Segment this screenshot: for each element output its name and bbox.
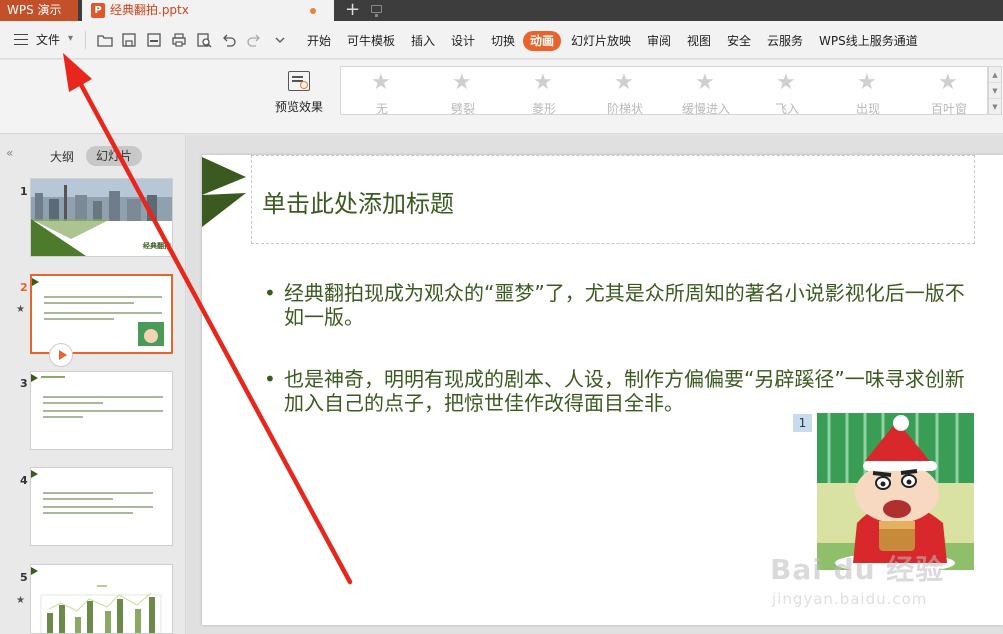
title-bar: WPS 演示 P 经典翻拍.pptx + [0,0,1003,21]
menu-bar: 文件 ▾ 开始 可牛模板 插入 设计 切换 动画 幻灯片放映 审阅 视图 安全 … [0,21,1003,59]
redo-icon[interactable] [246,32,262,48]
tab-security[interactable]: 安全 [727,31,751,51]
ppt-file-icon: P [91,3,105,18]
collapse-panel-icon[interactable]: « [6,146,13,160]
star-icon: ★ [776,70,796,95]
star-icon: ★ [371,70,391,95]
effect-gallery: ★ 无 ★ 劈裂 ★ 菱形 ★ 阶梯状 ★ 缓慢进入 ★ 飞入 ★ 出现 ★ 百叶窗 [340,66,988,117]
effect-crawl-in[interactable]: ★ 缓慢进入 [676,69,736,117]
tab-review[interactable]: 审阅 [647,31,671,51]
effect-fly-in[interactable]: ★ 飞入 [757,69,817,117]
slide-thumbnail-2[interactable] [30,274,173,354]
bullet-paragraph-2[interactable]: 也是神奇，明明有现成的剧本、人设，制作方偏偏要“另辟蹊径”一味寻求创新加入自己的… [264,367,976,415]
watermark-logo-text: Bai du 经验 [770,553,945,586]
tab-outline[interactable]: 大纲 [50,148,74,165]
tab-slides[interactable]: 幻灯片 [86,146,142,166]
star-icon: ★ [452,70,472,95]
file-menu-label: 文件 [36,33,61,47]
bullet-paragraph-1[interactable]: 经典翻拍现成为观众的“噩梦”了，尤其是众所周知的著名小说影视化后一版不如一版。 [264,281,976,329]
tab-insert[interactable]: 插入 [411,31,435,51]
expand-gallery-icon[interactable]: ▼ [989,99,1001,115]
watermark-url: jingyan.baidu.com [772,590,928,608]
baidu-watermark: Bai du 经验 jingyan.baidu.com [770,548,970,618]
slide-thumbnail-1[interactable]: 经典翻拍 [30,178,173,257]
tab-template[interactable]: 可牛模板 [347,31,395,51]
tab-design[interactable]: 设计 [451,31,475,51]
effect-blinds[interactable]: ★ 百叶窗 [919,69,979,117]
tab-view[interactable]: 视图 [687,31,711,51]
animation-star-icon: ★ [16,595,25,606]
effect-diamond[interactable]: ★ 菱形 [514,69,574,117]
star-icon: ★ [695,70,715,95]
undo-icon[interactable] [221,32,237,48]
document-tab-label: 经典翻拍.pptx [110,3,189,17]
export-pdf-icon[interactable] [146,32,162,48]
title-placeholder-text: 单击此处添加标题 [262,190,454,218]
document-tab[interactable]: P 经典翻拍.pptx [82,0,382,21]
monitor-icon[interactable] [371,5,382,17]
slide-thumbnail-5[interactable] [30,564,173,634]
effect-none[interactable]: ★ 无 [352,69,412,117]
slide-thumbnail-4[interactable] [30,467,173,546]
effect-split[interactable]: ★ 劈裂 [433,69,493,117]
tab-start[interactable]: 开始 [307,31,331,51]
play-animation-button[interactable] [49,343,73,367]
new-tab-button[interactable]: + [345,0,360,20]
effect-appear[interactable]: ★ 出现 [838,69,898,117]
slide1-caption: 经典翻拍 [143,242,171,250]
animation-ribbon: 预览效果 ★ 无 ★ 劈裂 ★ 菱形 ★ 阶梯状 ★ 缓慢进入 ★ 飞入 ★ 出现 ★ 百叶窗 … [0,60,1003,134]
effect-stairs[interactable]: ★ 阶梯状 [595,69,655,117]
slide-number: 2 [20,281,28,294]
slide-number: 1 [20,185,28,198]
star-icon: ★ [938,70,958,95]
slide-corner-decoration [202,157,246,227]
print-icon[interactable] [171,32,187,48]
divider [85,31,86,49]
tab-transition[interactable]: 切换 [491,31,515,51]
animation-star-icon: ★ [16,304,25,315]
chevron-down-icon: ▾ [68,33,74,44]
scroll-down-icon[interactable]: ▼ [989,83,1001,99]
animation-order-badge[interactable]: 1 [793,414,812,432]
slide-number: 3 [20,377,28,390]
scroll-up-icon[interactable]: ▲ [989,67,1001,83]
cartoon-picture[interactable] [817,413,974,570]
tab-animation[interactable]: 动画 [523,31,562,51]
tab-slideshow[interactable]: 幻灯片放映 [571,31,631,51]
slide-number: 4 [20,474,28,487]
preview-effect-icon [288,71,310,91]
customize-toolbar-icon[interactable] [272,32,288,48]
preview-effect-label: 预览效果 [274,100,323,114]
star-icon: ★ [614,70,634,95]
title-placeholder[interactable]: 单击此处添加标题 [251,155,975,244]
save-icon[interactable] [121,32,137,48]
open-folder-icon[interactable] [97,32,113,48]
star-icon: ★ [857,70,877,95]
slide-thumbnail-3[interactable] [30,371,173,450]
tab-cloud-service[interactable]: 云服务 [767,31,803,51]
hamburger-menu-icon [14,34,28,45]
gallery-scrollbar[interactable]: ▲ ▼ ▼ [988,66,1002,115]
tab-wps-online[interactable]: WPS线上服务通道 [819,31,918,51]
star-icon: ★ [533,70,553,95]
app-tab[interactable]: WPS 演示 [0,0,78,21]
unsaved-dot-icon [310,8,316,14]
slide-number: 5 [20,571,28,584]
print-preview-icon[interactable] [196,32,212,48]
preview-effect-button[interactable]: 预览效果 [272,68,326,122]
